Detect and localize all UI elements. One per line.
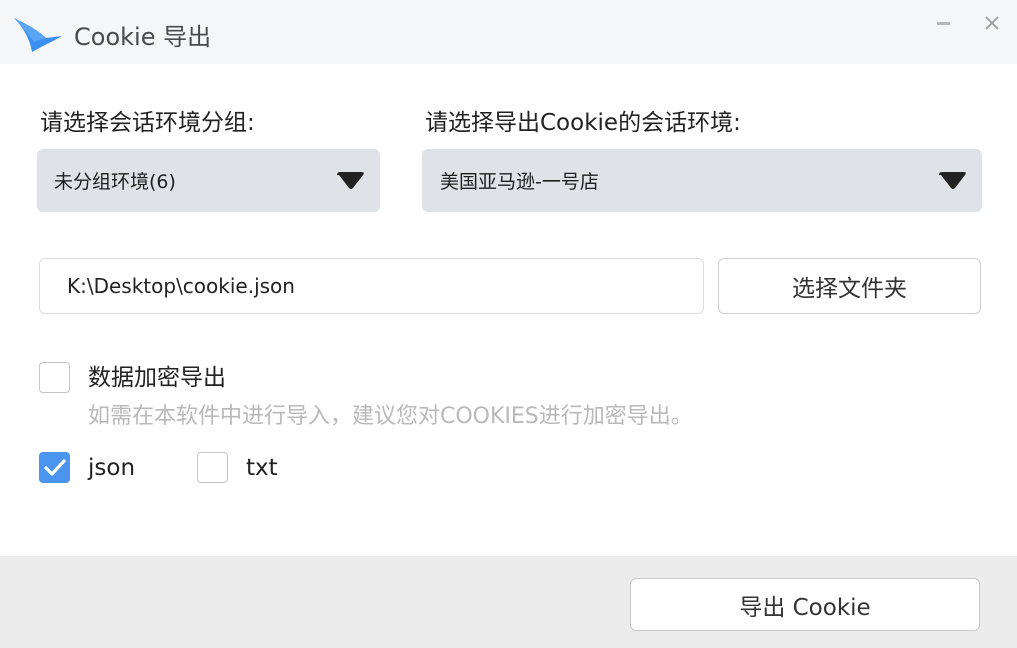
checkmark-icon [44,459,66,476]
cookie-export-window: Cookie 导出 请选择会话环境分组: 请选择导出Cookie的会话环境: 未… [0,0,1017,648]
bird-logo-icon [14,18,62,52]
window-title: Cookie 导出 [74,23,212,51]
footer-bar: 导出 Cookie [0,556,1017,648]
close-button[interactable] [979,10,1005,36]
export-path-input[interactable] [39,258,704,314]
encrypt-hint: 如需在本软件中进行导入，建议您对COOKIES进行加密导出。 [88,404,693,429]
minimize-button[interactable] [930,10,956,36]
title-bar: Cookie 导出 [0,0,1017,64]
env-select-value: 美国亚马逊-一号店 [440,171,599,193]
json-label: json [88,455,136,481]
caret-down-icon [939,172,966,189]
json-checkbox[interactable] [39,452,70,483]
txt-checkbox[interactable] [197,452,228,483]
env-select-label: 请选择导出Cookie的会话环境: [425,110,741,136]
encrypt-label: 数据加密导出 [88,365,226,391]
choose-folder-button[interactable]: 选择文件夹 [718,258,981,314]
group-select-label: 请选择会话环境分组: [40,110,255,136]
encrypt-checkbox[interactable] [39,362,70,393]
txt-label: txt [246,455,278,481]
env-select[interactable]: 美国亚马逊-一号店 [422,149,982,212]
export-cookie-button[interactable]: 导出 Cookie [630,578,980,631]
minimize-icon [936,21,950,25]
close-icon [985,16,999,30]
caret-down-icon [337,172,364,189]
group-select-value: 未分组环境(6) [54,171,176,193]
group-select[interactable]: 未分组环境(6) [37,149,380,212]
